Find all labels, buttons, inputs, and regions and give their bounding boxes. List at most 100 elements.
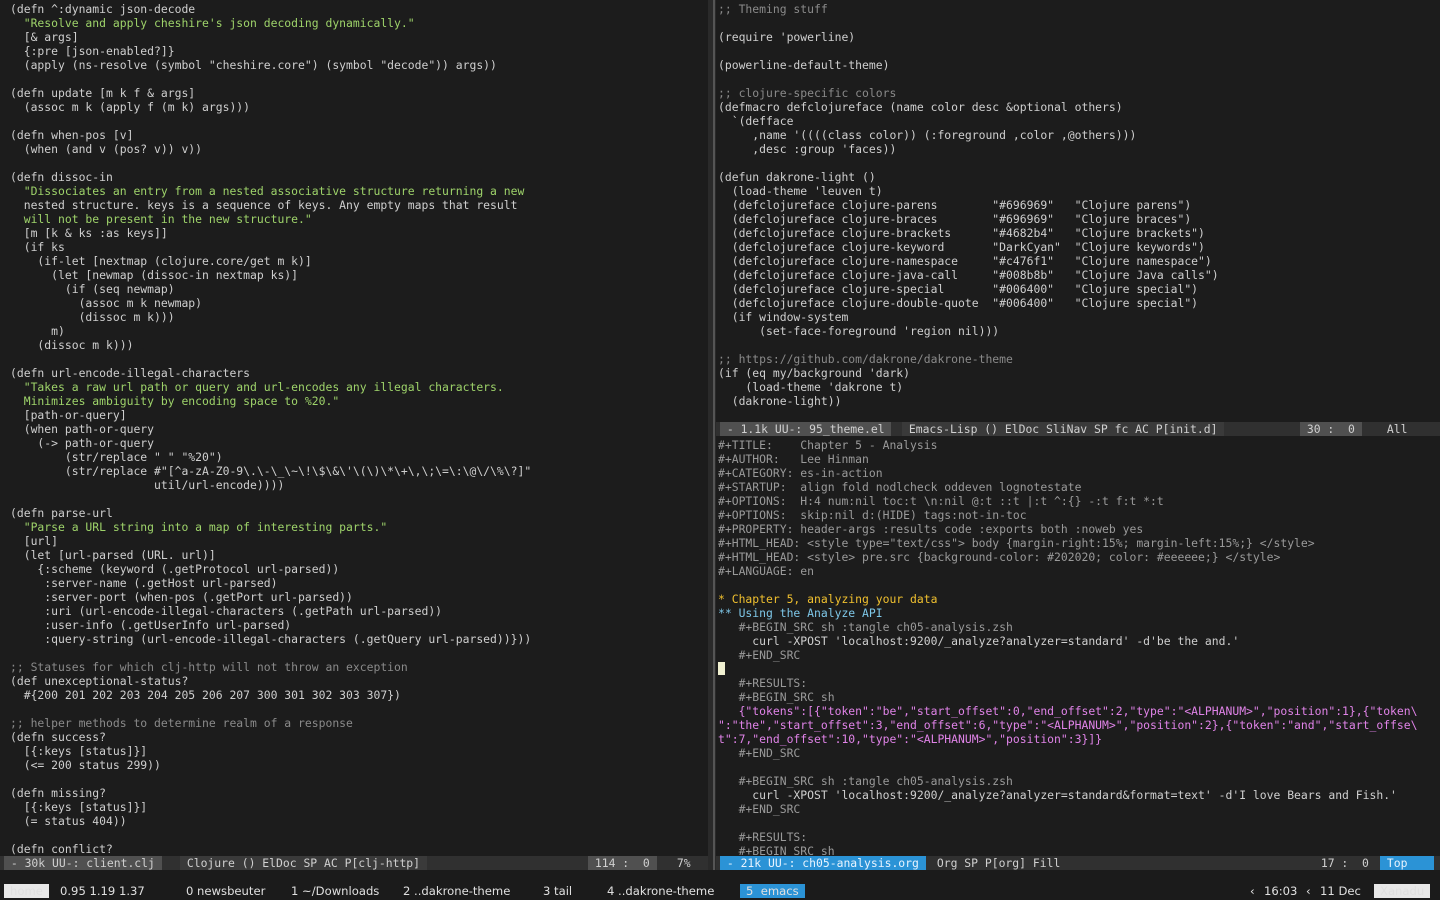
left-pane-line: (if ks <box>10 240 65 254</box>
right-top-line: ;; Theming stuff <box>718 2 828 16</box>
right-top-line: (defclojureface clojure-double-quote "#0… <box>718 296 1199 310</box>
right-bottom-line: #+LANGUAGE: en <box>718 564 815 578</box>
right-bottom-line: {"tokens":[{"token":"be","start_offset":… <box>718 704 1418 718</box>
clock-date: 11 Dec <box>1320 884 1361 898</box>
left-pane-line <box>10 352 708 366</box>
left-pane-line: (defn dissoc-in <box>10 170 113 184</box>
right-top-line <box>718 16 1440 30</box>
right-bottom-modeline-position: 17 : 0 <box>1314 856 1376 870</box>
left-pane-line: util/url-encode)))) <box>10 478 285 492</box>
left-pane-line <box>10 492 708 506</box>
left-pane-line: will not be present in the new structure… <box>10 212 312 226</box>
left-modeline-percent: 7% <box>670 856 698 870</box>
left-pane-line: #{200 201 202 203 204 205 206 207 300 30… <box>10 688 401 702</box>
left-pane-line: (str/replace " " "%20") <box>10 450 223 464</box>
left-pane-line: "Resolve and apply cheshire's json decod… <box>10 16 415 30</box>
left-pane-line: [url] <box>10 534 59 548</box>
right-top-line: (load-theme 'dakrone t) <box>718 380 904 394</box>
left-pane-line: (apply (ns-resolve (symbol "cheshire.cor… <box>10 58 497 72</box>
right-top-editor-pane[interactable]: ;; Theming stuff (require 'powerline) (pow… <box>716 0 1440 422</box>
right-top-code-buffer[interactable]: ;; Theming stuff (require 'powerline) (pow… <box>718 2 1440 408</box>
left-pane-line <box>10 772 708 786</box>
left-pane-line <box>10 156 708 170</box>
right-top-line: ;; https://github.com/dakrone/dakrone-th… <box>718 352 1013 366</box>
left-pane-line: :server-port (when-pos (.getPort url-par… <box>10 590 353 604</box>
right-bottom-line: curl -XPOST 'localhost:9200/_analyze?ana… <box>718 788 1397 802</box>
host-name: Xanadu <box>1374 884 1431 898</box>
left-pane-line: (defn ^:dynamic json-decode <box>10 2 196 16</box>
right-bottom-line: t":7,"end_offset":10,"type":"<ALPHANUM>"… <box>718 732 1103 746</box>
left-modeline-mode: Clojure () ElDoc SP AC P[clj-http] <box>180 856 427 870</box>
right-top-line <box>718 338 1440 352</box>
right-bottom-code-buffer[interactable]: #+TITLE: Chapter 5 - Analysis #+AUTHOR: L… <box>718 438 1440 856</box>
left-pane-line: (if (seq newmap) <box>10 282 175 296</box>
right-bottom-line: #+BEGIN_SRC sh :tangle ch05-analysis.zsh <box>718 774 1013 788</box>
left-pane-line: (let [url-parsed (URL. url)] <box>10 548 216 562</box>
right-top-line: (set-face-foreground 'region nil))) <box>718 324 1000 338</box>
right-top-line: ,name '((((class color)) (:foreground ,c… <box>718 128 1137 142</box>
right-top-line: (if window-system <box>718 310 849 324</box>
left-pane-line: "Parse a URL string into a map of intere… <box>10 520 388 534</box>
left-pane-line: (def unexceptional-status? <box>10 674 189 688</box>
right-top-line: (defclojureface clojure-brackets "#4682b… <box>718 226 1205 240</box>
right-bottom-modeline-percent: Top <box>1380 856 1434 870</box>
left-pane-line: ;; Statuses for which clj-http will not … <box>10 660 408 674</box>
right-bottom-line: #+CATEGORY: es-in-action <box>718 466 883 480</box>
left-pane-line <box>10 114 708 128</box>
right-top-modeline-percent: All <box>1380 422 1415 436</box>
left-pane-line: (if-let [nextmap (clojure.core/get m k)] <box>10 254 312 268</box>
left-pane-line: nested structure. keys is a sequence of … <box>10 198 518 212</box>
left-pane-line: {:scheme (keyword (.getProtocol url-pars… <box>10 562 340 576</box>
right-top-line: ;; clojure-specific colors <box>718 86 897 100</box>
right-bottom-line: curl -XPOST 'localhost:9200/_analyze?ana… <box>718 634 1240 648</box>
text-cursor <box>718 662 725 675</box>
left-pane-line: {:pre [json-enabled?]} <box>10 44 175 58</box>
left-pane-line <box>10 828 708 842</box>
right-bottom-line: ":"the","start_offset":3,"end_offset":6,… <box>718 718 1418 732</box>
left-modeline-buffer: - 30k UU-: client.clj <box>4 856 162 870</box>
left-pane-line: (defn conflict? <box>10 842 113 856</box>
right-top-line: (powerline-default-theme) <box>718 58 890 72</box>
window-tab-0[interactable]: 0 newsbeuter <box>186 884 265 898</box>
right-bottom-line: #+OPTIONS: skip:nil d:(HIDE) tags:not-in… <box>718 508 1027 522</box>
left-editor-pane[interactable]: (defn ^:dynamic json-decode "Resolve and… <box>0 0 708 856</box>
right-top-line <box>718 156 1440 170</box>
right-bottom-editor-pane[interactable]: #+TITLE: Chapter 5 - Analysis #+AUTHOR: L… <box>716 436 1440 856</box>
window-tab-5-active[interactable]: 5 emacs <box>740 884 805 898</box>
left-pane-line: (<= 200 status 299)) <box>10 758 161 772</box>
left-pane-line: (-> path-or-query <box>10 436 155 450</box>
window-tab-3[interactable]: 3 tail <box>543 884 572 898</box>
left-pane-line: (defn update [m k f & args] <box>10 86 196 100</box>
right-top-line: (dakrone-light)) <box>718 394 842 408</box>
pane-divider-line <box>713 0 715 870</box>
left-pane-line: (defn url-encode-illegal-characters <box>10 366 251 380</box>
right-bottom-line <box>718 662 1440 676</box>
left-pane-line <box>10 72 708 86</box>
right-bottom-modeline: - 21k UU-: ch05-analysis.org Org SP P[or… <box>716 856 1440 870</box>
left-pane-line: (= status 404)) <box>10 814 127 828</box>
left-pane-line: (dissoc m k))) <box>10 338 134 352</box>
left-pane-line: (defn parse-url <box>10 506 113 520</box>
left-pane-line: :uri (url-encode-illegal-characters (.ge… <box>10 604 443 618</box>
left-pane-line: :user-info (.getUserInfo url-parsed) <box>10 618 292 632</box>
right-bottom-line: #+TITLE: Chapter 5 - Analysis <box>718 438 938 452</box>
right-bottom-line: #+BEGIN_SRC sh <box>718 844 835 856</box>
left-modeline: - 30k UU-: client.clj Clojure () ElDoc S… <box>0 856 708 870</box>
right-top-modeline-mode: Emacs-Lisp () ElDoc SliNav SP fc AC P[in… <box>902 422 1225 436</box>
left-pane-line: [{:keys [status]}] <box>10 800 148 814</box>
left-modeline-position: 114 : 0 <box>588 856 657 870</box>
right-bottom-line: #+OPTIONS: H:4 num:nil toc:t \n:nil @:t … <box>718 494 1164 508</box>
window-tab-1[interactable]: 1 ~/Downloads <box>291 884 379 898</box>
left-code-buffer[interactable]: (defn ^:dynamic json-decode "Resolve and… <box>10 2 708 856</box>
window-tab-4[interactable]: 4 ..dakrone-theme <box>607 884 714 898</box>
window-tab-2[interactable]: 2 ..dakrone-theme <box>403 884 510 898</box>
right-bottom-line: #+RESULTS: <box>718 676 808 690</box>
right-bottom-line <box>718 760 1440 774</box>
right-bottom-line <box>718 816 1440 830</box>
right-top-line: (defmacro defclojureface (name color des… <box>718 100 1123 114</box>
left-pane-line: [& args] <box>10 30 79 44</box>
right-top-modeline-buffer: - 1.1k UU-: 95_theme.el <box>720 422 892 436</box>
right-top-modeline: - 1.1k UU-: 95_theme.el Emacs-Lisp () El… <box>716 422 1440 436</box>
right-bottom-line: #+BEGIN_SRC sh :tangle ch05-analysis.zsh <box>718 620 1013 634</box>
session-name[interactable]: home <box>4 884 49 898</box>
